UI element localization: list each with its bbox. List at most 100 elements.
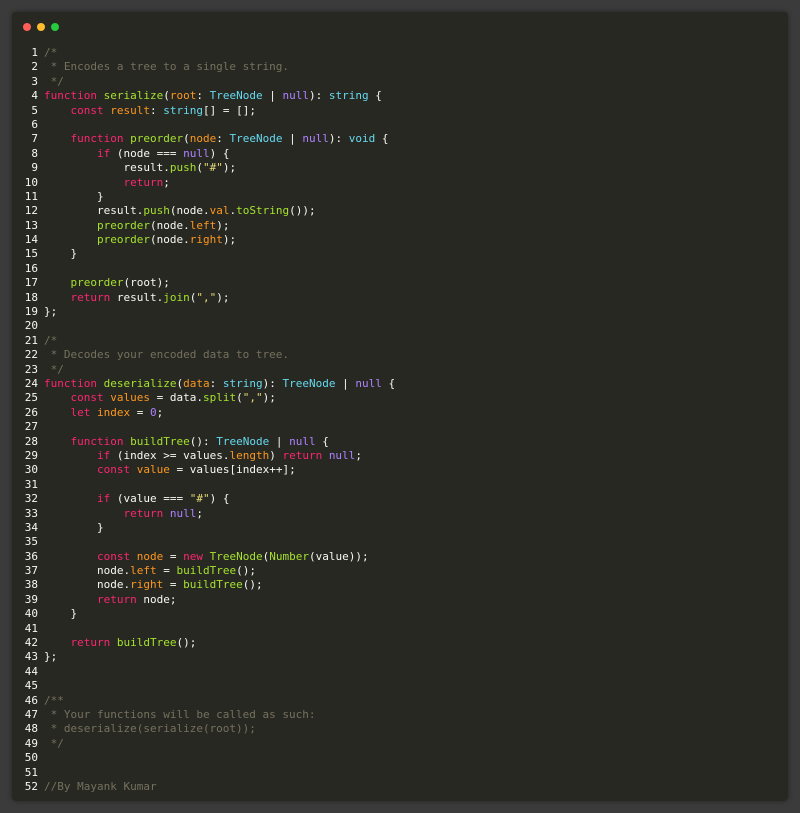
text-token: } bbox=[44, 189, 104, 203]
line-number: 43 bbox=[24, 650, 38, 664]
close-button[interactable] bbox=[23, 23, 31, 31]
comment-token: /** bbox=[44, 693, 64, 707]
line-text: //By Mayank Kumar bbox=[38, 780, 157, 794]
identifier-token: left bbox=[130, 564, 157, 578]
type-token: string bbox=[328, 89, 369, 103]
line-number: 17 bbox=[24, 276, 38, 290]
keyword-token: return bbox=[282, 448, 329, 462]
line-number: 34 bbox=[24, 520, 38, 534]
line-text: return result.join(","); bbox=[38, 290, 230, 305]
text-token: (index >= values. bbox=[110, 448, 230, 462]
line-number: 10 bbox=[24, 175, 38, 189]
line-text: node.right = buildTree(); bbox=[38, 578, 263, 592]
line-text: node.left = buildTree(); bbox=[38, 564, 256, 578]
code-line: 16 bbox=[12, 262, 788, 276]
keyword-token: function bbox=[44, 376, 104, 390]
keyword-token: if bbox=[96, 146, 111, 160]
line-text: } bbox=[38, 521, 104, 535]
comment-token: /* bbox=[44, 46, 58, 59]
text-token: { bbox=[368, 89, 382, 103]
text-token: = values[index++]; bbox=[169, 463, 296, 477]
literal-token: null bbox=[289, 434, 316, 448]
line-number: 8 bbox=[31, 146, 38, 160]
line-text: preorder(node.right); bbox=[38, 233, 236, 247]
line-text: }; bbox=[38, 305, 57, 319]
line-text bbox=[38, 665, 44, 679]
text-token: : bbox=[150, 103, 164, 117]
identifier-token: left bbox=[189, 218, 217, 232]
type-token: void bbox=[348, 132, 376, 146]
code-line: 17 preorder(root); bbox=[12, 276, 788, 290]
line-number: 24 bbox=[24, 376, 38, 390]
line-text: * Encodes a tree to a single string. bbox=[38, 60, 289, 74]
line-text bbox=[38, 766, 44, 780]
function-token: preorder bbox=[130, 132, 184, 146]
line-number: 41 bbox=[24, 621, 38, 635]
code-line: 15 } bbox=[12, 247, 788, 261]
window-titlebar bbox=[12, 12, 788, 46]
type-token: TreeNode bbox=[216, 434, 270, 448]
text-token: } bbox=[44, 607, 78, 621]
string-token: "#" bbox=[202, 161, 223, 175]
line-number: 6 bbox=[31, 117, 38, 131]
text-token: : bbox=[196, 89, 210, 103]
text-token: (); bbox=[242, 578, 263, 592]
string-token: "," bbox=[242, 391, 263, 405]
line-text: preorder(node.left); bbox=[38, 219, 229, 233]
line-number: 4 bbox=[31, 89, 38, 103]
function-token: push bbox=[169, 161, 197, 175]
function-token: join bbox=[163, 290, 190, 304]
code-line: 36 const node = new TreeNode(Number(valu… bbox=[12, 550, 788, 564]
code-line: 4 function serialize(root: TreeNode | nul… bbox=[12, 89, 788, 103]
code-line: 19}; bbox=[12, 305, 788, 319]
line-text: } bbox=[38, 190, 104, 204]
identifier-token: index bbox=[97, 405, 131, 419]
minimize-button[interactable] bbox=[37, 23, 45, 31]
comment-token: //By Mayank Kumar bbox=[44, 779, 157, 793]
keyword-token: function bbox=[44, 89, 104, 103]
keyword-token: return bbox=[123, 506, 170, 520]
keyword-token: if bbox=[96, 492, 111, 506]
code-line: 11 } bbox=[12, 190, 788, 204]
text-token: { bbox=[375, 132, 389, 146]
line-number: 49 bbox=[24, 736, 38, 750]
type-token: TreeNode bbox=[282, 376, 336, 390]
function-token: buildTree bbox=[183, 578, 243, 592]
zoom-button[interactable] bbox=[51, 23, 59, 31]
line-number: 23 bbox=[24, 362, 38, 376]
line-number: 38 bbox=[24, 578, 38, 592]
code-line: 38 node.right = buildTree(); bbox=[12, 578, 788, 592]
code-editor[interactable]: 1/* 2 * Encodes a tree to a single string… bbox=[12, 46, 788, 794]
line-number: 7 bbox=[31, 132, 38, 146]
line-text: const result: string[] = []; bbox=[38, 104, 256, 118]
text-token: result. bbox=[44, 204, 144, 218]
code-line: 45 bbox=[12, 679, 788, 693]
identifier-token: right bbox=[130, 578, 164, 592]
line-number: 19 bbox=[24, 305, 38, 319]
line-text: /** bbox=[38, 694, 64, 708]
code-line: 12 result.push(node.val.toString()); bbox=[12, 204, 788, 218]
line-text: } bbox=[38, 247, 77, 261]
line-number: 35 bbox=[24, 535, 38, 549]
code-line: 35 bbox=[12, 535, 788, 549]
text-token: { bbox=[381, 376, 396, 390]
line-text: */ bbox=[38, 363, 64, 377]
line-number: 15 bbox=[24, 247, 38, 261]
identifier-token: root bbox=[169, 89, 197, 103]
line-text: function deserialize(data: string): Tree… bbox=[38, 377, 395, 391]
literal-token: null bbox=[183, 146, 210, 160]
text-token: (node. bbox=[149, 218, 190, 232]
type-token: TreeNode bbox=[209, 89, 263, 103]
literal-token: null bbox=[355, 376, 382, 390]
code-line: 46 /** bbox=[12, 694, 788, 708]
line-text: } bbox=[38, 607, 77, 621]
keyword-token: return bbox=[123, 175, 164, 189]
code-line: 28 function buildTree(): TreeNode | null… bbox=[12, 435, 788, 449]
